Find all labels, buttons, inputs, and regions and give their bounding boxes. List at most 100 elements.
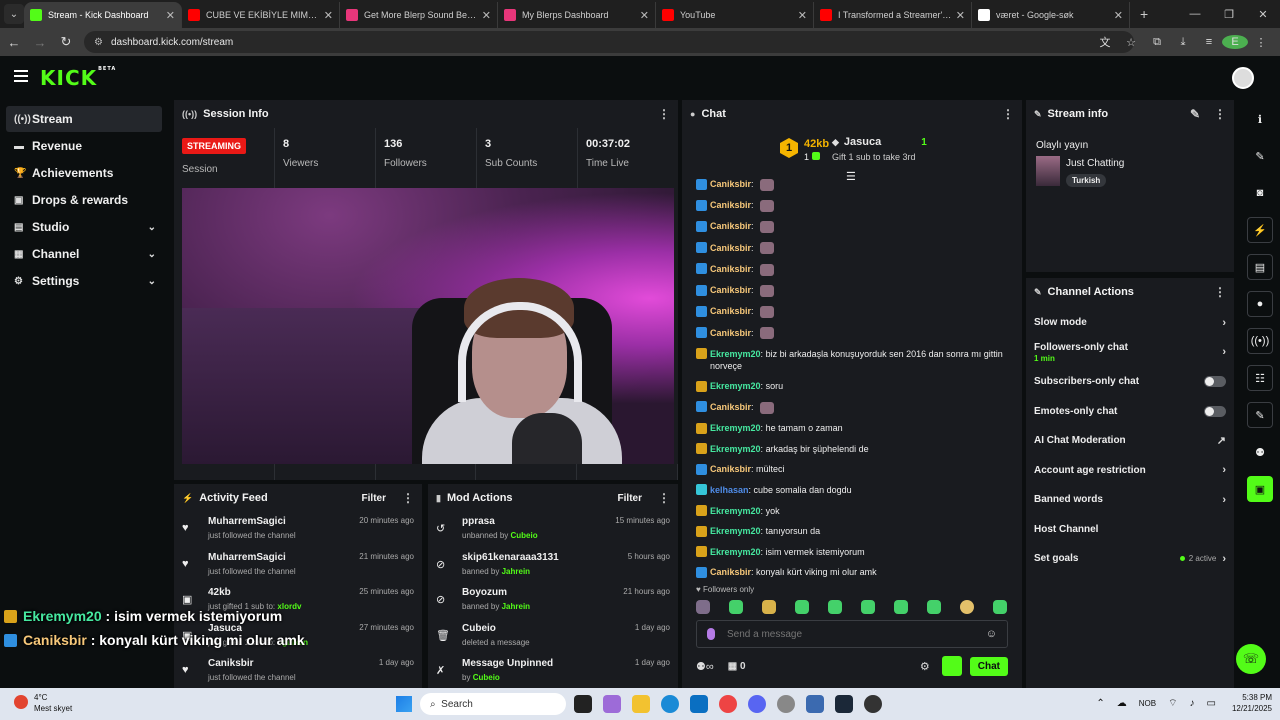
activity-menu-icon[interactable]: ⋮ [402, 491, 414, 505]
tab-close-icon[interactable]: ✕ [956, 9, 965, 22]
settings-app-icon[interactable] [777, 695, 795, 713]
stream-info-menu-icon[interactable]: ⋮ [1214, 107, 1226, 121]
broadcast-icon[interactable]: ((•)) [1247, 328, 1273, 354]
camera-icon[interactable]: ◙ [1247, 180, 1273, 206]
mod-action-item[interactable]: ⊘ Boyozum banned by Jahrein 21 hours ago [436, 583, 670, 619]
channel-action-followers-only-chat[interactable]: Followers-only chat 1 min › [1026, 338, 1234, 368]
chat-message[interactable]: Ekremym20: isim vermek istemiyorum [696, 546, 1016, 558]
browser-tab[interactable]: My Blerps Dashboard ✕ [498, 2, 656, 28]
feed-item-user[interactable]: Cubeio [473, 673, 500, 682]
edge-icon[interactable] [661, 695, 679, 713]
chat-message[interactable]: Ekremym20: he tamam o zaman [696, 422, 1016, 434]
pencil-icon[interactable]: ✎ [1247, 143, 1273, 169]
chat-username[interactable]: Ekremym20 [710, 349, 761, 359]
sidebar-item-settings[interactable]: ⚙ Settings ⌄ [6, 268, 162, 294]
chat-username[interactable]: Ekremym20 [710, 444, 761, 454]
activity-item[interactable]: ♥ MuharremSagici just followed the channel… [182, 548, 414, 584]
battery-icon[interactable]: ▭ [1207, 698, 1216, 709]
emote-button[interactable] [861, 600, 875, 614]
calculator-icon[interactable] [806, 695, 824, 713]
tab-close-icon[interactable]: ✕ [640, 9, 649, 22]
feed-item-user[interactable]: Jahrein [502, 567, 530, 576]
chat-username[interactable]: Ekremym20 [710, 381, 761, 391]
windows-start-icon[interactable] [396, 696, 412, 712]
chat-username[interactable]: Ekremym20 [710, 506, 761, 516]
translate-icon[interactable]: 文 [1092, 34, 1118, 50]
chat-message[interactable]: Ekremym20: biz bi arkadaşla konuşuyorduk… [696, 348, 1016, 372]
chat-message-input[interactable] [727, 628, 986, 640]
clock[interactable]: 5:38 PM 12/21/2025 [1232, 692, 1272, 714]
edit-stream-info-icon[interactable]: ✎ [1190, 107, 1200, 121]
chat-message[interactable]: Caniksbir: [696, 242, 1016, 255]
tab-close-icon[interactable]: ✕ [1114, 9, 1123, 22]
emote-button[interactable] [960, 600, 974, 614]
chat-menu-icon[interactable]: ⋮ [1002, 107, 1014, 121]
bookmark-star-icon[interactable]: ☆ [1118, 36, 1144, 49]
send-chat-button[interactable]: Chat [969, 656, 1008, 676]
stream-category[interactable]: Just Chatting [1066, 158, 1124, 169]
reload-button[interactable]: ↻ [54, 34, 78, 50]
task-view-icon[interactable] [574, 695, 592, 713]
sidebar-item-drops-rewards[interactable]: ▣ Drops & rewards [6, 187, 162, 213]
emote-button[interactable] [729, 600, 743, 614]
chat-message[interactable]: Caniksbir: konyalı kürt viking mi olur a… [696, 566, 1016, 578]
menu-toggle-icon[interactable] [14, 70, 28, 85]
sidebar-item-stream[interactable]: ((•)) Stream [6, 106, 162, 132]
chat-message[interactable]: Caniksbir: [696, 220, 1016, 234]
mod-filter-button[interactable]: Filter [618, 493, 642, 504]
media-controls-icon[interactable]: ≡ [1196, 36, 1222, 48]
stream-preview-video[interactable] [182, 188, 674, 464]
wrench-icon[interactable]: ✎ [1247, 402, 1273, 428]
sidebar-item-channel[interactable]: ▦ Channel ⌄ [6, 241, 162, 267]
channel-action-subscribers-only-chat[interactable]: Subscribers-only chat [1026, 367, 1234, 397]
new-tab-button[interactable]: + [1140, 6, 1148, 22]
mod-menu-icon[interactable]: ⋮ [658, 491, 670, 505]
kick-points-icon[interactable] [941, 656, 962, 676]
chevron-down-icon[interactable]: ⌄ [148, 249, 156, 260]
tab-search-button[interactable]: ⌄ [4, 4, 24, 24]
channel-action-account-age-restriction[interactable]: Account age restriction › [1026, 456, 1234, 486]
language-indicator[interactable]: NOB [1139, 699, 1156, 708]
emote-button[interactable] [993, 600, 1007, 614]
emote-button[interactable] [762, 600, 776, 614]
chat-message[interactable]: kelhasan: cube somalia dan dogdu [696, 484, 1016, 496]
info-icon[interactable]: ℹ [1247, 106, 1273, 132]
channel-action-slow-mode[interactable]: Slow mode › [1026, 308, 1234, 338]
channel-action-emotes-only-chat[interactable]: Emotes-only chat [1026, 397, 1234, 427]
chat-message[interactable]: Ekremym20: tanıyorsun da [696, 525, 1016, 537]
extensions-icon[interactable]: ⧉ [1144, 36, 1170, 49]
profile-button[interactable]: E [1222, 35, 1248, 49]
extension-icon[interactable]: ▣ [1247, 476, 1273, 502]
cloud-icon[interactable]: ☁ [1117, 698, 1127, 709]
browser-tab[interactable]: været - Google-søk ✕ [972, 2, 1130, 28]
browser-tab[interactable]: YouTube ✕ [656, 2, 814, 28]
chat-message[interactable]: Caniksbir: [696, 401, 1016, 414]
tab-close-icon[interactable]: ✕ [798, 9, 807, 22]
mod-action-item[interactable]: ⊘ skip61kenaraaa3131 banned by Jahrein 5 ho… [436, 548, 670, 584]
chat-message[interactable]: Caniksbir: [696, 178, 1016, 191]
browser-tab[interactable]: Get More Blerp Sound Beets! ✕ [340, 2, 498, 28]
support-chat-icon[interactable]: ☏ [1236, 644, 1266, 674]
tab-close-icon[interactable]: ✕ [482, 9, 491, 22]
mod-action-item[interactable]: ↺ pprasa unbanned by Cubeio 15 minutes ago [436, 512, 670, 548]
discord-icon[interactable] [748, 695, 766, 713]
chat-username[interactable]: Caniksbir [710, 567, 751, 577]
close-window-button[interactable]: ✕ [1246, 8, 1280, 21]
activity-item[interactable]: ♥ MuharremSagici just followed the channel… [182, 512, 414, 548]
site-info-icon[interactable]: ⚙ [94, 37, 103, 48]
activity-filter-button[interactable]: Filter [362, 493, 386, 504]
lightning-icon[interactable]: ⚡ [1247, 217, 1273, 243]
chat-message[interactable]: Caniksbir: [696, 199, 1016, 212]
mod-action-item[interactable]: ✗ Message Unpinned by Cubeio 1 day ago [436, 654, 670, 688]
sidebar-item-achievements[interactable]: 🏆 Achievements [6, 160, 162, 186]
url-field[interactable]: ⚙ dashboard.kick.com/stream [84, 31, 1134, 53]
mod-action-item[interactable]: 🗑 Cubeio deleted a message 1 day ago [436, 619, 670, 655]
chat-username[interactable]: Caniksbir [710, 285, 751, 295]
weather-widget[interactable]: 4°C Mest skyet [14, 692, 72, 714]
minimize-button[interactable]: — [1178, 8, 1212, 20]
forward-button[interactable]: → [28, 35, 52, 50]
emote-button[interactable] [927, 600, 941, 614]
session-menu-icon[interactable]: ⋮ [658, 107, 670, 121]
downloads-icon[interactable]: ⤓ [1170, 36, 1196, 49]
taskbar-search[interactable]: ⌕ Search [420, 693, 566, 715]
